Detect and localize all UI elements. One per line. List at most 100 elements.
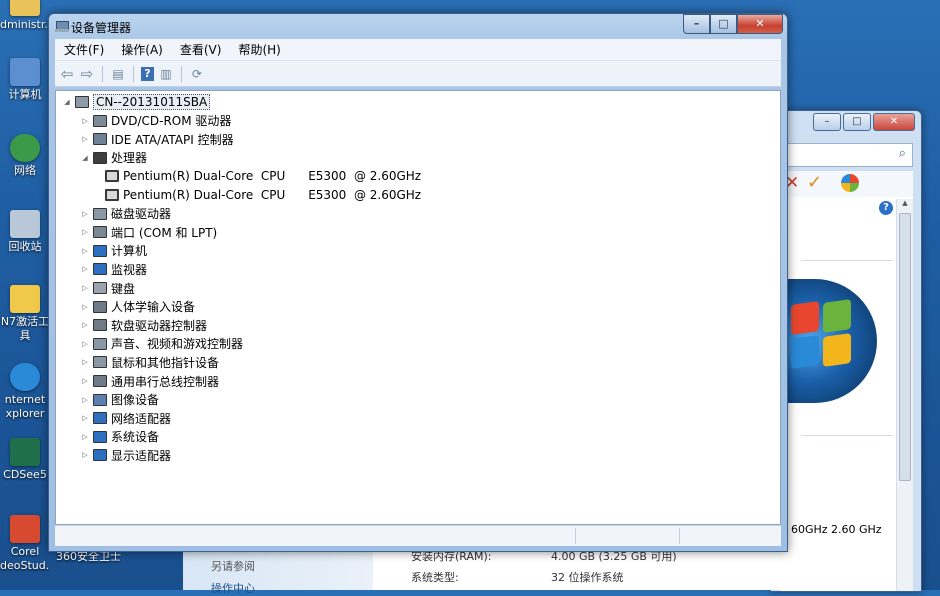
scan-hardware-icon[interactable]: ⟳ (189, 66, 205, 82)
expand-arrow-icon[interactable]: ▷ (80, 117, 90, 125)
close-button[interactable]: ✕ (737, 14, 783, 34)
tree-category[interactable]: ▷ 通用串行总线控制器 (80, 372, 219, 390)
desktop-icon-label: deoStud... (0, 559, 50, 572)
tree-category-label: 键盘 (111, 281, 136, 296)
expand-arrow-icon[interactable]: ▷ (80, 358, 90, 366)
maximize-button[interactable]: □ (843, 113, 871, 131)
corel-icon (10, 515, 40, 543)
processor-icon (105, 170, 119, 183)
tree-category[interactable]: ▷ 网络适配器 (80, 409, 171, 427)
network-adapter-icon (93, 412, 107, 425)
expand-arrow-icon[interactable]: ▷ (80, 210, 90, 218)
tree-category-label: 计算机 (111, 244, 148, 259)
tree-category[interactable]: ▷ 软盘驱动器控制器 (80, 316, 207, 334)
expand-arrow-icon[interactable]: ▷ (80, 303, 90, 311)
window-title: 设备管理器 (71, 21, 132, 35)
collapse-arrow-icon[interactable]: ◢ (80, 154, 90, 162)
desktop-icon-label: dministr... (0, 18, 50, 31)
tree-category[interactable]: ▷ 监视器 (80, 260, 147, 278)
scroll-thumb[interactable] (899, 213, 911, 481)
tree-category[interactable]: ▷ 键盘 (80, 279, 135, 297)
minimize-button[interactable]: – (683, 14, 710, 34)
properties-view-icon[interactable]: ▤ (110, 66, 126, 82)
expand-arrow-icon[interactable]: ▷ (80, 135, 90, 143)
system-device-icon (93, 430, 107, 443)
vertical-scrollbar[interactable]: ▲ (896, 199, 913, 591)
computer-icon (93, 244, 107, 257)
desktop-icon[interactable]: 回收站 (0, 210, 50, 254)
tree-category[interactable]: ▷ 磁盘驱动器 (80, 205, 171, 223)
divider (801, 435, 893, 436)
menu-action[interactable]: 操作(A) (112, 41, 171, 58)
expand-arrow-icon[interactable]: ▷ (80, 433, 90, 441)
tree-category-label: 软盘驱动器控制器 (111, 318, 208, 333)
expand-arrow-icon[interactable]: ▷ (80, 340, 90, 348)
status-bar (55, 525, 781, 546)
collapse-arrow-icon[interactable]: ◢ (62, 98, 72, 106)
desktop-icon[interactable]: CDSee5 (0, 438, 50, 482)
device-tree[interactable]: ◢ CN--20131011SBA ▷ DVD/CD-ROM 驱动器 ▷ IDE ATA/… (55, 90, 781, 525)
cpu-speed-partial: 60GHz (791, 523, 828, 536)
show-hidden-icon[interactable]: ▥ (158, 66, 174, 82)
close-button[interactable]: ✕ (873, 113, 915, 131)
windows-flag-icon[interactable] (841, 174, 859, 192)
tree-device[interactable]: Pentium(R) Dual-Core CPU E5300 @ 2.60GHz (102, 186, 421, 204)
search-input[interactable]: ⌕ (781, 143, 913, 167)
tree-category[interactable]: ▷ 图像设备 (80, 391, 159, 409)
background-system-panel: 另请参阅 操作中心 安装内存(RAM): 4.00 GB (3.25 GB 可用… (183, 548, 783, 595)
forward-icon[interactable]: ⇨ (79, 65, 95, 83)
hid-icon (93, 300, 107, 313)
tree-category-label: 系统设备 (111, 430, 160, 445)
desktop-icon[interactable]: 计算机 (0, 58, 50, 102)
tree-category[interactable]: ▷ 显示适配器 (80, 446, 171, 464)
tree-category[interactable]: ▷ 系统设备 (80, 428, 159, 446)
action-center-link[interactable]: 操作中心 (211, 580, 255, 596)
minimize-button[interactable]: – (813, 113, 841, 131)
tree-category[interactable]: ▷ 端口 (COM 和 LPT) (80, 223, 217, 241)
tree-device[interactable]: Pentium(R) Dual-Core CPU E5300 @ 2.60GHz (102, 167, 421, 185)
toolbar-separator (102, 65, 103, 82)
device-manager-window[interactable]: 设备管理器 – □ ✕ 文件(F) 操作(A) 查看(V) 帮助(H) ⇦ ⇨ … (48, 13, 788, 552)
help-icon[interactable]: ? (879, 201, 893, 215)
desktop-icon[interactable]: dministr... (0, 0, 50, 32)
menu-file[interactable]: 文件(F) (55, 41, 112, 58)
see-also-pane: 另请参阅 操作中心 (183, 548, 373, 595)
tree-category[interactable]: ▷ IDE ATA/ATAPI 控制器 (80, 130, 234, 148)
expand-arrow-icon[interactable]: ▷ (80, 377, 90, 385)
desktop-icon[interactable]: CoreldeoStud... (0, 515, 50, 573)
tree-category[interactable]: ▷ 人体学输入设备 (80, 298, 195, 316)
check-icon[interactable]: ✓ (807, 172, 822, 193)
expand-arrow-icon[interactable]: ▷ (80, 451, 90, 459)
menu-help[interactable]: 帮助(H) (229, 41, 288, 58)
toolbar-separator (133, 65, 134, 82)
desktop-icon-label: xplorer (5, 407, 45, 420)
help-icon[interactable]: ? (141, 66, 154, 81)
tree-category[interactable]: ▷ 鼠标和其他指针设备 (80, 353, 219, 371)
expand-arrow-icon[interactable]: ▷ (80, 284, 90, 292)
expand-arrow-icon[interactable]: ▷ (80, 228, 90, 236)
tree-category[interactable]: ▷ 声音、视频和游戏控制器 (80, 335, 243, 353)
expand-arrow-icon[interactable]: ▷ (80, 414, 90, 422)
expand-arrow-icon[interactable]: ▷ (80, 396, 90, 404)
menu-view[interactable]: 查看(V) (171, 41, 230, 58)
desktop-icon[interactable]: 网络 (0, 134, 50, 178)
expand-arrow-icon[interactable]: ▷ (80, 247, 90, 255)
desktop-icon[interactable]: N7激活工具 (0, 285, 50, 343)
tree-category[interactable]: ▷ DVD/CD-ROM 驱动器 (80, 112, 231, 130)
tree-category[interactable]: ◢ 处理器 (80, 149, 147, 167)
desktop-icon-label: 网络 (14, 164, 36, 177)
tree-root[interactable]: ◢ CN--20131011SBA (62, 93, 211, 111)
back-icon[interactable]: ⇦ (59, 65, 75, 83)
expand-arrow-icon[interactable]: ▷ (80, 321, 90, 329)
tree-category[interactable]: ▷ 计算机 (80, 242, 147, 260)
desktop-icon[interactable]: nternet xplorer (0, 363, 50, 421)
tree-root-label: CN--20131011SBA (93, 94, 211, 110)
tree-category-label: 网络适配器 (111, 411, 172, 426)
expand-arrow-icon[interactable]: ▷ (80, 265, 90, 273)
scroll-up-arrow[interactable]: ▲ (897, 199, 913, 207)
tree-category-label: IDE ATA/ATAPI 控制器 (111, 132, 234, 147)
maximize-button[interactable]: □ (710, 14, 737, 34)
background-system-window[interactable]: – □ ✕ ⌕ ✕ ✓ ? 60GHz 2.60 GHz ▲ (770, 110, 922, 592)
desktop-icon-label: 计算机 (8, 88, 42, 101)
search-icon: ⌕ (898, 146, 906, 161)
